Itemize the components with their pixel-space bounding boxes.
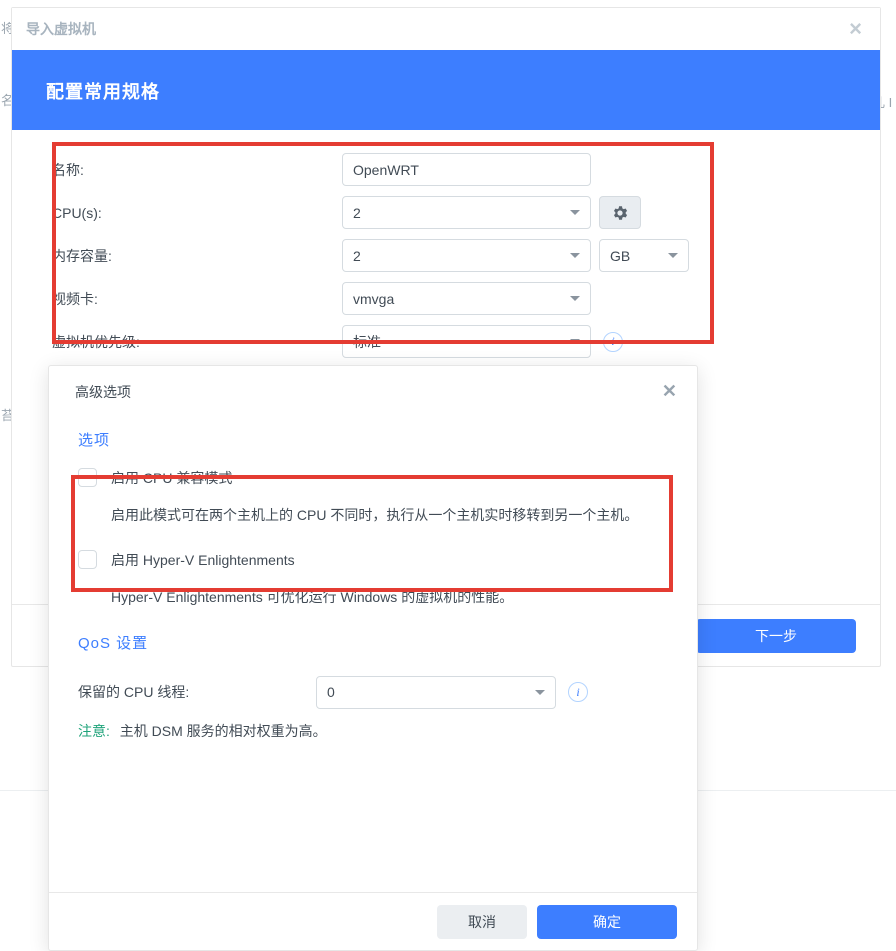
- memory-unit: GB: [610, 248, 630, 264]
- cpu-value: 2: [353, 205, 361, 221]
- outer-dialog-title: 导入虚拟机: [26, 19, 96, 39]
- row-qos-threads: 保留的 CPU 线程: 0 i: [78, 671, 668, 713]
- chevron-down-icon: [570, 296, 580, 301]
- label-priority: 虚拟机优先级:: [52, 332, 342, 352]
- advanced-options-dialog: 高级选项 ✕ 选项 启用 CPU 兼容模式 启用此模式可在两个主机上的 CPU …: [48, 365, 698, 951]
- name-field[interactable]: OpenWRT: [342, 153, 591, 186]
- qos-section-title: QoS 设置: [78, 632, 668, 653]
- chevron-down-icon: [668, 253, 678, 258]
- row-cpu: CPU(s): 2: [52, 191, 840, 234]
- priority-value: 标准: [353, 332, 381, 352]
- chevron-down-icon: [570, 253, 580, 258]
- next-button[interactable]: 下一步: [696, 619, 856, 653]
- close-icon[interactable]: ✕: [662, 381, 677, 402]
- row-name: 名称: OpenWRT: [52, 148, 840, 191]
- priority-select[interactable]: 标准: [342, 325, 591, 358]
- bg-glyph: 元: [23, 912, 38, 933]
- step-title: 配置常用规格: [46, 78, 846, 104]
- inner-dialog-title: 高级选项: [75, 382, 131, 402]
- chevron-down-icon: [570, 339, 580, 344]
- label-video: 视频卡:: [52, 289, 342, 309]
- label-cpu: CPU(s):: [52, 205, 342, 221]
- video-select[interactable]: vmvga: [342, 282, 591, 315]
- hyperv-checkbox[interactable]: [78, 550, 97, 569]
- inner-dialog-body: 选项 启用 CPU 兼容模式 启用此模式可在两个主机上的 CPU 不同时，执行从…: [49, 417, 697, 892]
- label-memory: 内存容量:: [52, 246, 342, 266]
- row-video: 视频卡: vmvga: [52, 277, 840, 320]
- video-value: vmvga: [353, 291, 394, 307]
- options-section-title: 选项: [78, 429, 668, 450]
- note-prefix: 注意:: [78, 723, 110, 739]
- memory-select[interactable]: 2: [342, 239, 591, 272]
- chevron-down-icon: [535, 690, 545, 695]
- step-banner: 配置常用规格: [12, 50, 880, 130]
- qos-threads-value: 0: [327, 684, 335, 700]
- row-memory: 内存容量: 2 GB: [52, 234, 840, 277]
- cpu-select[interactable]: 2: [342, 196, 591, 229]
- memory-value: 2: [353, 248, 361, 264]
- cpu-compat-help: 启用此模式可在两个主机上的 CPU 不同时，执行从一个主机实时移转到另一个主机。: [111, 502, 668, 528]
- info-icon[interactable]: i: [603, 332, 623, 352]
- chevron-down-icon: [570, 210, 580, 215]
- cpu-compat-checkbox[interactable]: [78, 468, 97, 487]
- cpu-compat-label: 启用 CPU 兼容模式: [111, 468, 232, 488]
- hyperv-label: 启用 Hyper-V Enlightenments: [111, 550, 295, 570]
- ok-button[interactable]: 确定: [537, 905, 677, 939]
- note-text: 主机 DSM 服务的相对权重为高。: [120, 723, 327, 739]
- inner-dialog-header: 高级选项 ✕: [49, 366, 697, 417]
- qos-threads-select[interactable]: 0: [316, 676, 556, 709]
- label-qos-threads: 保留的 CPU 线程:: [78, 682, 316, 702]
- gear-icon: [611, 204, 629, 222]
- note-row: 注意: 主机 DSM 服务的相对权重为高。: [78, 721, 668, 741]
- row-priority: 虚拟机优先级: 标准 i: [52, 320, 840, 363]
- cancel-button[interactable]: 取消: [437, 905, 527, 939]
- row-hyperv: 启用 Hyper-V Enlightenments: [78, 550, 668, 570]
- close-icon[interactable]: ×: [849, 16, 862, 42]
- inner-dialog-footer: 取消 确定: [49, 892, 697, 950]
- cpu-advanced-button[interactable]: [599, 196, 641, 229]
- outer-dialog-header: 导入虚拟机 ×: [12, 8, 880, 50]
- info-icon[interactable]: i: [568, 682, 588, 702]
- label-name: 名称:: [52, 160, 342, 180]
- row-cpu-compat: 启用 CPU 兼容模式: [78, 468, 668, 488]
- memory-unit-select[interactable]: GB: [599, 239, 689, 272]
- hyperv-help: Hyper-V Enlightenments 可优化运行 Windows 的虚拟…: [111, 584, 668, 610]
- highlight-box: [71, 475, 673, 592]
